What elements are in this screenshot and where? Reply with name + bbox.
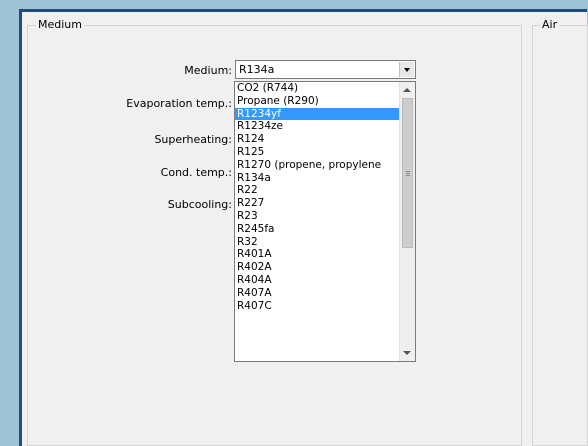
medium-label: Medium: <box>184 64 232 77</box>
dropdown-option[interactable]: R1234ze <box>235 120 399 133</box>
dropdown-option[interactable]: R402A <box>235 261 399 274</box>
air-group-title: Air <box>540 18 560 31</box>
dropdown-option[interactable]: R245fa <box>235 223 399 236</box>
medium-group-title: Medium <box>36 18 84 31</box>
dropdown-option[interactable]: R404A <box>235 274 399 287</box>
dropdown-option[interactable]: R401A <box>235 248 399 261</box>
subcooling-label: Subcooling: <box>167 198 232 211</box>
superheating-label: Superheating: <box>154 133 232 146</box>
dropdown-option[interactable]: R407A <box>235 287 399 300</box>
dropdown-option[interactable]: R227 <box>235 197 399 210</box>
air-groupbox: Air <box>532 18 588 446</box>
dropdown-option[interactable]: R1270 (propene, propylene <box>235 159 399 172</box>
dropdown-option[interactable]: R125 <box>235 146 399 159</box>
dropdown-option[interactable]: R124 <box>235 133 399 146</box>
cond-temp-label: Cond. temp.: <box>160 166 232 179</box>
scroll-up-icon[interactable] <box>403 88 411 92</box>
dropdown-option[interactable]: R23 <box>235 210 399 223</box>
dropdown-option[interactable]: R1234yf <box>235 107 399 121</box>
chevron-down-icon[interactable] <box>399 62 414 77</box>
dropdown-option[interactable]: Propane (R290) <box>235 95 399 108</box>
scroll-thumb[interactable] <box>402 98 413 248</box>
dropdown-option[interactable]: R407C <box>235 300 399 313</box>
dropdown-option[interactable]: R134a <box>235 172 399 185</box>
grip-icon <box>406 171 410 172</box>
scroll-down-icon[interactable] <box>403 351 411 355</box>
dropdown-scrollbar[interactable] <box>399 82 415 361</box>
medium-combobox[interactable]: R134a <box>235 60 416 79</box>
dropdown-option[interactable]: R22 <box>235 184 399 197</box>
medium-dropdown-list[interactable]: CO2 (R744) Propane (R290) R1234yf R1234ze R1… <box>234 81 416 362</box>
dropdown-option[interactable]: R32 <box>235 236 399 249</box>
dropdown-items: CO2 (R744) Propane (R290) R1234yf R1234ze R1… <box>235 82 399 312</box>
dropdown-option[interactable]: CO2 (R744) <box>235 82 399 95</box>
evaporation-temp-label: Evaporation temp.: <box>126 97 232 110</box>
medium-combobox-value: R134a <box>239 63 275 76</box>
